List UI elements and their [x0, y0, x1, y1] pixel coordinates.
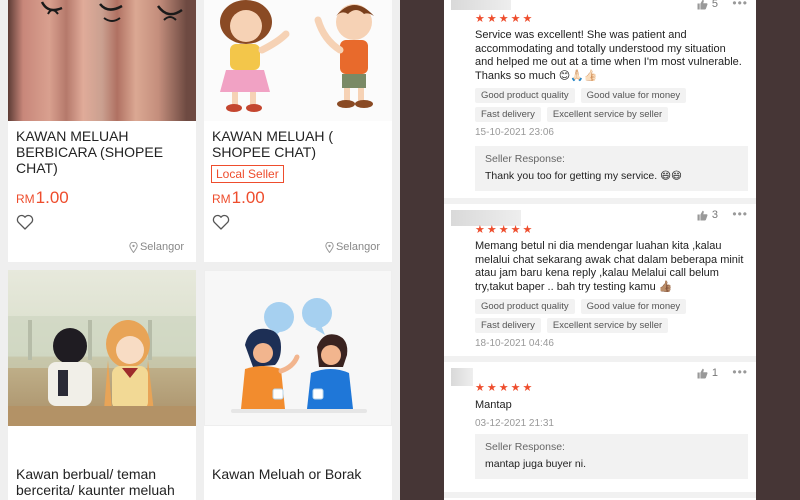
product-location: Selangor — [129, 241, 184, 253]
review-tag: Good value for money — [580, 88, 687, 103]
thumbs-up-icon — [697, 0, 708, 10]
product-thumbnail[interactable] — [204, 270, 392, 426]
product-thumbnail[interactable] — [204, 0, 392, 121]
product-title[interactable]: KAWAN MELUAH BERBICARA (SHOPEE CHAT) — [16, 128, 192, 176]
seller-response: Seller Response: Thank you too for getti… — [475, 146, 748, 191]
location-pin-icon — [325, 241, 334, 253]
heart-outline-icon[interactable] — [212, 214, 230, 230]
price-currency: RM — [16, 192, 35, 206]
rating-stars: ★★★★★ — [475, 224, 535, 236]
review-divider — [444, 492, 756, 498]
review-date: 03-12-2021 21:31 — [475, 418, 554, 429]
review-text: Service was excellent! She was patient a… — [475, 29, 742, 82]
review-tag: Fast delivery — [475, 107, 541, 122]
product-thumbnail[interactable] — [8, 0, 196, 121]
seller-response-label: Seller Response: — [485, 441, 565, 453]
product-price: RM1.00 — [212, 188, 265, 209]
price-currency: RM — [212, 192, 231, 206]
like-count: 1 — [711, 367, 718, 379]
review-text: Memang betul ni dia mendengar luahan kit… — [475, 240, 744, 293]
location-pin-icon — [129, 241, 138, 253]
review-tag: Good product quality — [475, 88, 575, 103]
product-thumbnail[interactable] — [8, 270, 196, 426]
local-seller-badge: Local Seller — [211, 165, 284, 183]
review-tag: Excellent service by seller — [546, 318, 669, 333]
review-tag: Excellent service by seller — [546, 107, 669, 122]
reviews-panel: ★★★★★ 5 ••• Service was excellent! She w… — [444, 0, 756, 500]
product-card[interactable]: KAWAN MELUAH ( SHOPEE CHAT) Local Seller… — [204, 0, 392, 262]
product-title[interactable]: Kawan Meluah or Borak — [212, 466, 388, 482]
rating-stars: ★★★★★ — [475, 382, 535, 394]
price-value: 1.00 — [231, 188, 265, 207]
location-label: Selangor — [139, 241, 184, 253]
review-date: 15-10-2021 23:06 — [475, 127, 554, 138]
review-tag: Good product quality — [475, 299, 575, 314]
review-item: ★★★★★ 5 ••• Service was excellent! She w… — [444, 0, 756, 198]
more-dots-icon[interactable]: ••• — [732, 365, 748, 379]
thumbs-up-icon — [697, 210, 708, 221]
review-date: 18-10-2021 04:46 — [475, 338, 554, 349]
product-location: Selangor — [325, 241, 380, 253]
reviewer-avatar — [451, 0, 511, 10]
review-text: Mantap — [475, 399, 512, 411]
review-item: ★★★★★ 1 ••• Mantap 03-12-2021 21:31 Sell… — [444, 362, 756, 492]
like-button[interactable]: 1 — [697, 367, 718, 379]
heart-outline-icon[interactable] — [16, 214, 34, 230]
seller-response-label: Seller Response: — [485, 153, 565, 165]
more-dots-icon[interactable]: ••• — [732, 0, 748, 10]
seller-response-text: mantap juga buyer ni. — [485, 458, 586, 470]
review-item: ★★★★★ 3 ••• Memang betul ni dia mendenga… — [444, 204, 756, 354]
product-price: RM1.00 — [16, 188, 69, 209]
product-card[interactable]: Kawan berbual/ teman bercerita/ kaunter … — [8, 270, 196, 500]
seller-response-text: Thank you too for getting my service. 😄😄 — [485, 170, 682, 182]
review-tags: Good product quality Good value for mone… — [475, 88, 755, 122]
rating-stars: ★★★★★ — [475, 13, 535, 25]
more-dots-icon[interactable]: ••• — [732, 207, 748, 221]
product-title[interactable]: KAWAN MELUAH ( SHOPEE CHAT) — [212, 128, 388, 160]
review-tag: Good value for money — [580, 299, 687, 314]
product-card[interactable]: Kawan Meluah or Borak — [204, 270, 392, 500]
product-title[interactable]: Kawan berbual/ teman bercerita/ kaunter … — [16, 466, 192, 498]
review-tag: Fast delivery — [475, 318, 541, 333]
like-button[interactable]: 5 — [697, 0, 718, 10]
like-count: 3 — [711, 209, 718, 221]
product-card[interactable]: KAWAN MELUAH BERBICARA (SHOPEE CHAT) RM1… — [8, 0, 196, 262]
like-button[interactable]: 3 — [697, 209, 718, 221]
seller-response: Seller Response: mantap juga buyer ni. — [475, 434, 748, 479]
thumbs-up-icon — [697, 368, 708, 379]
reviewer-avatar — [451, 368, 473, 386]
review-tags: Good product quality Good value for mone… — [475, 299, 755, 333]
product-grid: KAWAN MELUAH BERBICARA (SHOPEE CHAT) RM1… — [0, 0, 400, 500]
location-label: Selangor — [335, 241, 380, 253]
like-count: 5 — [711, 0, 718, 10]
price-value: 1.00 — [35, 188, 69, 207]
